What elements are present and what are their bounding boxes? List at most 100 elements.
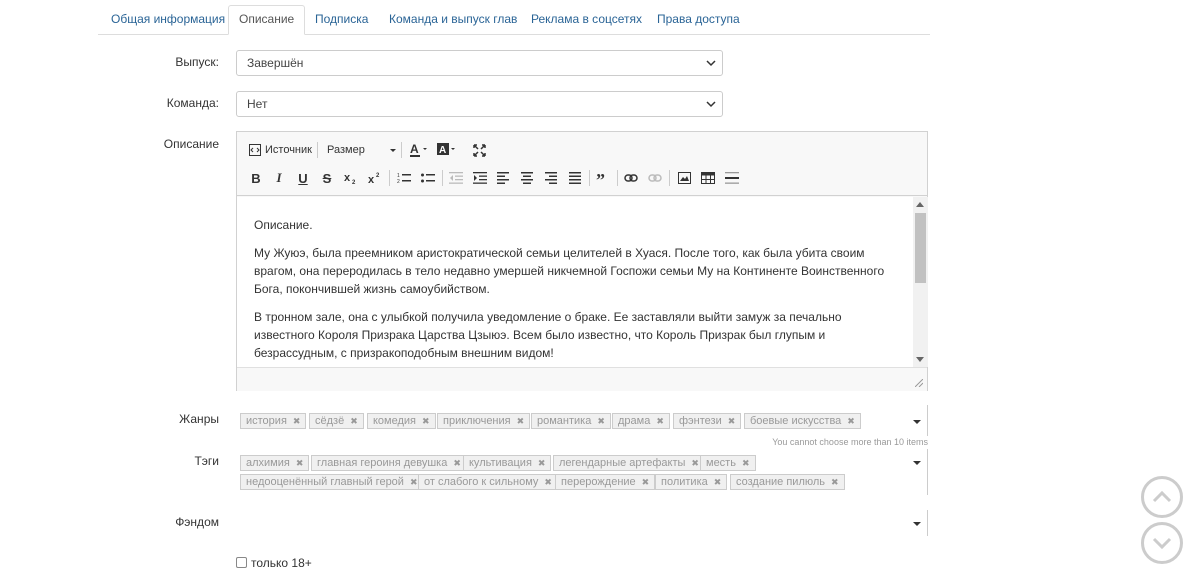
text-color-button[interactable]: A [408,140,430,160]
subscript-icon: x2 [344,172,356,185]
fandom-select[interactable] [236,510,928,536]
outdent-button[interactable] [448,168,464,188]
team-select[interactable]: Нет [236,91,723,117]
align-left-button[interactable] [495,168,511,188]
justify-button[interactable] [567,168,583,188]
tag-label: легендарные артефакты [559,457,686,469]
bulleted-list-icon [421,173,435,183]
genre-tag[interactable]: приключения ✖ [437,413,531,429]
tab-subscription[interactable]: Подписка [305,6,378,35]
unlink-button[interactable] [647,168,663,188]
tag-chip[interactable]: главная героиня девушка ✖ [311,455,467,471]
horizontal-rule-button[interactable] [724,168,740,188]
editor-content[interactable]: Описание. Му Жуюэ, была преемником арист… [237,197,913,367]
tab-general-info[interactable]: Общая информация [101,6,235,35]
bold-button[interactable]: B [249,168,263,188]
subscript-button[interactable]: x2 [343,168,359,188]
remove-icon[interactable]: ✖ [293,416,301,426]
remove-icon[interactable]: ✖ [544,477,552,487]
tag-chip[interactable]: культивация ✖ [463,455,552,471]
remove-icon[interactable]: ✖ [742,458,750,468]
toolbar-separator [317,142,318,158]
genre-tag[interactable]: комедия ✖ [367,413,436,429]
genre-tag[interactable]: история ✖ [240,413,307,429]
genre-tag[interactable]: боевые искусства ✖ [744,413,861,429]
remove-icon[interactable]: ✖ [538,458,546,468]
image-button[interactable] [676,168,692,188]
genres-select[interactable]: история ✖ сёдзё ✖ комедия ✖ приключения ✖ ро… [236,405,928,436]
scroll-up-arrow-icon[interactable] [916,202,924,207]
tag-chip[interactable]: месть ✖ [700,455,756,471]
remove-icon[interactable]: ✖ [422,416,430,426]
chevron-down-icon [706,60,716,67]
remove-icon[interactable]: ✖ [350,416,358,426]
tab-team-release[interactable]: Команда и выпуск глав [379,6,527,35]
remove-icon[interactable]: ✖ [642,477,650,487]
caret-down-icon[interactable] [913,461,921,465]
tab-access-rights[interactable]: Права доступа [647,6,750,35]
superscript-button[interactable]: x2 [367,168,383,188]
editor-scrollbar[interactable] [913,197,928,367]
maximize-button[interactable] [471,140,487,160]
blockquote-button[interactable]: ” [595,168,611,188]
tag-chip[interactable]: политика ✖ [655,474,728,490]
tag-chip[interactable]: недооценённый главный герой ✖ [240,474,424,490]
resize-handle-icon[interactable] [915,379,923,387]
remove-icon[interactable]: ✖ [296,458,304,468]
align-center-button[interactable] [519,168,535,188]
remove-icon[interactable]: ✖ [831,477,839,487]
remove-icon[interactable]: ✖ [453,458,461,468]
remove-icon[interactable]: ✖ [517,416,525,426]
remove-icon[interactable]: ✖ [728,416,736,426]
scroll-to-bottom-button[interactable] [1141,522,1183,564]
remove-icon[interactable]: ✖ [714,477,722,487]
remove-icon[interactable]: ✖ [691,458,699,468]
numbered-list-button[interactable]: 12 [396,168,412,188]
align-right-button[interactable] [543,168,559,188]
strikethrough-button[interactable]: S [320,168,334,188]
bulleted-list-button[interactable] [420,168,436,188]
quote-icon: ” [596,172,605,184]
tab-description[interactable]: Описание [228,5,306,35]
size-label: Размер [327,144,365,156]
scroll-to-top-button[interactable] [1141,476,1183,518]
release-select[interactable]: Завершён [236,50,723,76]
indent-button[interactable] [472,168,488,188]
caret-down-icon[interactable] [913,420,921,424]
caret-down-icon [390,149,396,152]
remove-icon[interactable]: ✖ [656,416,664,426]
remove-icon[interactable]: ✖ [410,477,418,487]
scroll-down-arrow-icon[interactable] [916,357,924,362]
tag-chip[interactable]: создание пилюль ✖ [730,474,845,490]
italic-button[interactable]: I [272,168,286,188]
align-right-icon [545,172,557,184]
adult-checkbox[interactable] [236,557,247,568]
tag-chip[interactable]: легендарные артефакты ✖ [553,455,705,471]
genre-tag[interactable]: романтика ✖ [531,413,611,429]
tab-social-ads[interactable]: Реклама в соцсетях [521,6,652,35]
remove-icon[interactable]: ✖ [597,416,605,426]
underline-button[interactable]: U [296,168,310,188]
tags-select[interactable]: алхимия ✖ главная героиня девушка ✖ культи… [236,449,928,495]
background-color-button[interactable]: A [436,140,458,160]
tag-chip[interactable]: перерождение ✖ [555,474,656,490]
release-label: Выпуск: [175,55,219,69]
align-left-icon [497,172,509,184]
genre-tag[interactable]: сёдзё ✖ [309,413,364,429]
tag-chip[interactable]: от слабого к сильному ✖ [418,474,558,490]
genres-label: Жанры [179,412,219,426]
editor-statusbar [237,367,927,391]
editor-toolbar: Источник Размер A A B I U S x2 x2 12 ” [237,132,927,196]
scrollbar-thumb[interactable] [915,213,926,283]
genre-tag[interactable]: драма ✖ [612,413,670,429]
link-button[interactable] [623,168,639,188]
tag-label: культивация [469,457,532,469]
source-button[interactable]: Источник [249,140,312,160]
tag-chip[interactable]: алхимия ✖ [240,455,310,471]
caret-down-icon[interactable] [913,522,921,526]
table-button[interactable] [700,168,716,188]
genre-tag[interactable]: фэнтези ✖ [673,413,742,429]
remove-icon[interactable]: ✖ [847,416,855,426]
size-dropdown[interactable]: Размер [327,140,397,160]
description-label: Описание [163,137,219,151]
